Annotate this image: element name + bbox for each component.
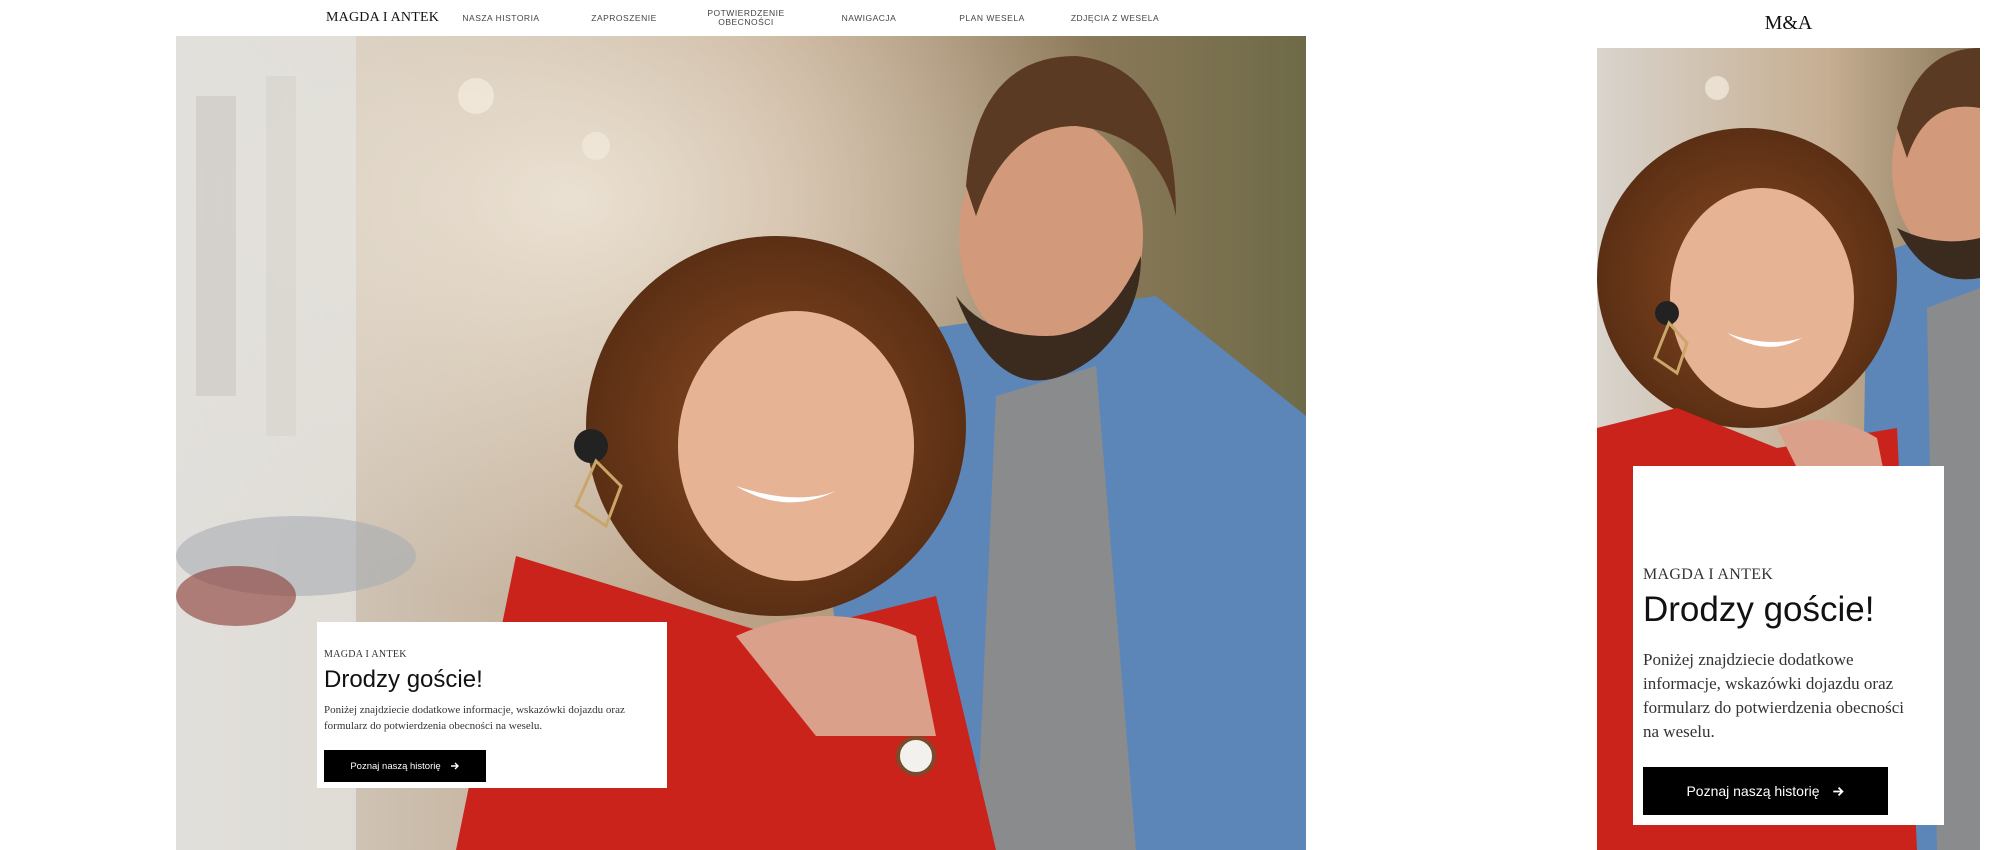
hero-title: Drodzy goście! [1643, 590, 1875, 629]
brand-logo[interactable]: MAGDA I ANTEK [326, 10, 439, 26]
nav-item-zaproszenie[interactable]: ZAPROSZENIE [591, 13, 656, 23]
hero-section: MAGDA I ANTEK Drodzy goście! Poniżej zna… [176, 36, 1306, 850]
nav-item-nasza-historia[interactable]: NASZA HISTORIA [462, 13, 539, 23]
mobile-hero-section: MAGDA I ANTEK Drodzy goście! Poniżej zna… [1597, 48, 1980, 850]
mobile-hero-card: MAGDA I ANTEK Drodzy goście! Poniżej zna… [1633, 466, 1944, 825]
arrow-right-icon [450, 762, 459, 770]
cta-button[interactable]: Poznaj naszą historię [324, 750, 486, 782]
nav-item-potwierdzenie-obecnosci[interactable]: POTWIERDZENIE OBECNOŚCI [701, 9, 791, 27]
nav-item-plan-wesela[interactable]: PLAN WESELA [959, 13, 1025, 23]
cta-label: Poznaj naszą historię [350, 760, 441, 772]
hero-card: MAGDA I ANTEK Drodzy goście! Poniżej zna… [317, 622, 667, 788]
mobile-preview: M&A MAGDA I ANTEK Drodzy goście! Poniżej… [1597, 0, 1980, 850]
hero-eyebrow: MAGDA I ANTEK [1643, 566, 1774, 583]
hero-description: Poniżej znajdziecie dodatkowe informacje… [324, 704, 625, 732]
nav-item-nawigacja[interactable]: NAWIGACJA [842, 13, 897, 23]
cta-label: Poznaj naszą historię [1686, 783, 1820, 799]
cta-button[interactable]: Poznaj naszą historię [1643, 767, 1888, 815]
hero-title: Drodzy goście! [324, 666, 483, 693]
mobile-logo[interactable]: M&A [1597, 12, 1980, 35]
hero-eyebrow: MAGDA I ANTEK [324, 649, 407, 660]
nav-item-zdjecia-z-wesela[interactable]: ZDJĘCIA Z WESELA [1071, 13, 1159, 23]
hero-description: Poniżej znajdziecie dodatkowe informacje… [1643, 650, 1905, 741]
desktop-preview: MAGDA I ANTEK NASZA HISTORIA ZAPROSZENIE… [176, 0, 1306, 850]
top-navigation: MAGDA I ANTEK NASZA HISTORIA ZAPROSZENIE… [176, 0, 1306, 36]
arrow-right-icon [1832, 786, 1844, 796]
